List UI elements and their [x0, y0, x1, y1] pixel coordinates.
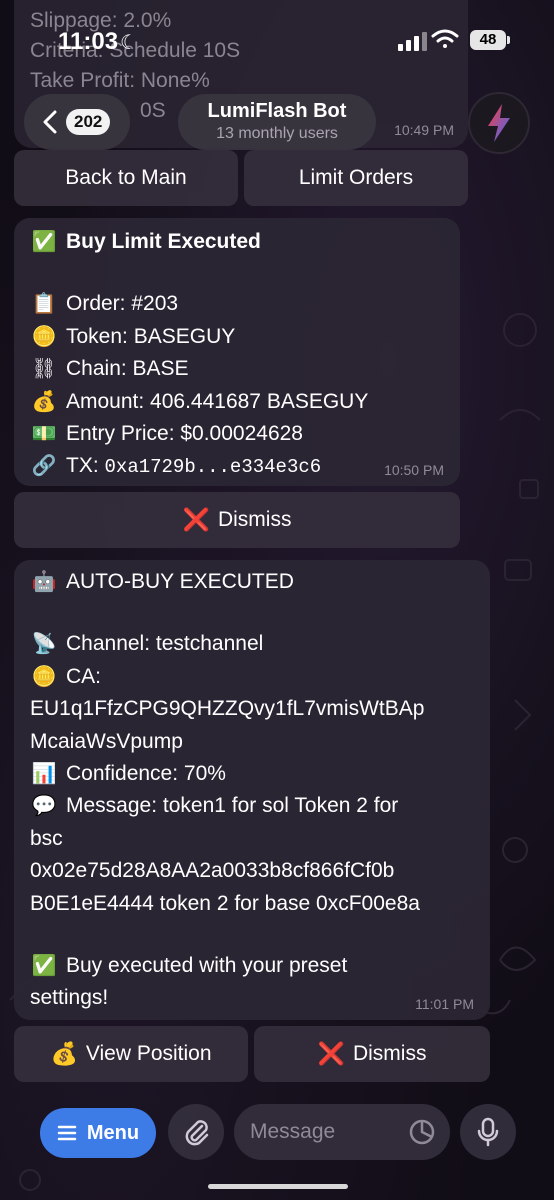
chat-title-pill[interactable]: LumiFlash Bot 13 monthly users — [178, 94, 376, 150]
satellite-antenna-icon: 📡 — [31, 633, 57, 656]
confidence-row: 📊 Confidence: 70% — [30, 758, 474, 790]
contract-address-line[interactable]: McaiaWsVpump — [30, 726, 474, 758]
wifi-icon — [430, 28, 460, 55]
money-bag-icon: 💰 — [31, 390, 57, 413]
cellular-signal-icon — [398, 32, 430, 51]
money-bag-icon: 💰 — [50, 1041, 78, 1066]
back-button[interactable]: 202 — [24, 94, 130, 150]
view-position-label: View Position — [85, 1042, 212, 1065]
limit-orders-label: Limit Orders — [298, 166, 414, 189]
battery-icon: 48 — [470, 30, 506, 50]
unread-count-badge: 202 — [66, 109, 111, 135]
tx-row: 🔗 TX: 0xa1729b...e334e3c6 — [30, 450, 444, 483]
limit-executed-message: ✅ Buy Limit Executed 📋 Order: #203 🪙 Token:… — [14, 218, 460, 486]
footer-line: settings! — [30, 986, 109, 1010]
dismiss-limit-button[interactable]: ❌ Dismiss — [14, 492, 460, 548]
back-to-main-button[interactable]: Back to Main — [14, 150, 238, 206]
message-time: 11:01 PM — [415, 996, 474, 1012]
coin-icon: 🪙 — [31, 665, 57, 688]
channel-row: 📡 Channel: testchannel — [30, 628, 474, 660]
tx-hash-link[interactable]: 0xa1729b...e334e3c6 — [105, 456, 322, 478]
bar-chart-icon: 📊 — [31, 763, 57, 786]
status-time: 11:03 — [58, 28, 119, 55]
view-position-button[interactable]: 💰 View Position — [14, 1026, 248, 1082]
home-indicator — [208, 1184, 348, 1189]
message-title: 🤖 AUTO-BUY EXECUTED — [30, 566, 474, 598]
dollar-banknote-icon: 💵 — [31, 423, 57, 446]
contract-address-line[interactable]: EU1q1FfzCPG9QHZZQvy1fL7vmisWtBAp — [30, 693, 474, 725]
ca-row: 🪙 CA: — [30, 661, 474, 693]
message-line: B0E1eE4444 token 2 for base 0xcF00e8a — [30, 891, 420, 915]
chain-row: ⛓ Chain: BASE — [30, 353, 444, 385]
sticker-icon[interactable] — [408, 1118, 436, 1146]
chain-icon: ⛓ — [31, 358, 57, 381]
auto-buy-message: 🤖 AUTO-BUY EXECUTED 📡 Channel: testchannel… — [14, 560, 490, 1020]
back-to-main-label: Back to Main — [65, 166, 187, 189]
message-line: 0x02e75d28A8AA2a0033b8cf866fCf0b — [30, 859, 395, 883]
menu-label: Menu — [86, 1121, 140, 1144]
focus-moon-icon: ☾ — [120, 32, 138, 54]
message-line: bsc — [30, 826, 63, 850]
chat-title: LumiFlash Bot — [207, 100, 347, 122]
limit-orders-button[interactable]: Limit Orders — [244, 150, 468, 206]
token-row: 🪙 Token: BASEGUY — [30, 321, 444, 353]
order-row: 📋 Order: #203 — [30, 288, 444, 320]
entry-price-row: 💵 Entry Price: $0.00024628 — [30, 418, 444, 450]
chevron-left-icon — [43, 110, 57, 134]
dismiss-autobuy-button[interactable]: ❌ Dismiss — [254, 1026, 490, 1082]
footer-row: ✅ Buy executed with your preset — [30, 950, 474, 982]
cross-mark-icon: ❌ — [182, 507, 210, 532]
status-bar: 11:03 ☾ 48 — [0, 0, 554, 86]
speech-bubble-icon: 💬 — [31, 795, 57, 818]
robot-icon: 🤖 — [31, 571, 57, 593]
bot-avatar[interactable] — [468, 92, 530, 154]
message-time: 10:49 PM — [394, 122, 454, 138]
clipboard-icon: 📋 — [31, 293, 57, 316]
cross-mark-icon: ❌ — [317, 1041, 345, 1066]
coin-icon: 🪙 — [31, 325, 57, 348]
lightning-bolt-icon — [488, 104, 510, 142]
chat-subtitle: 13 monthly users — [216, 125, 338, 142]
menu-bars-icon — [57, 1125, 77, 1141]
message-row: 💬 Message: token1 for sol Token 2 for — [30, 790, 474, 822]
bot-menu-button[interactable]: Menu — [40, 1108, 156, 1158]
dismiss-label: Dismiss — [217, 508, 292, 531]
check-emoji-icon: ✅ — [31, 231, 57, 253]
message-time: 10:50 PM — [384, 462, 444, 478]
amount-row: 💰 Amount: 406.441687 BASEGUY — [30, 386, 444, 418]
link-icon: 🔗 — [31, 455, 57, 478]
attach-button[interactable] — [168, 1104, 224, 1160]
check-emoji-icon: ✅ — [31, 955, 57, 978]
dismiss-label: Dismiss — [352, 1042, 427, 1065]
message-title: ✅ Buy Limit Executed — [30, 226, 444, 258]
battery-tip — [507, 36, 510, 44]
voice-message-button[interactable] — [460, 1104, 516, 1160]
paperclip-icon — [185, 1120, 209, 1146]
microphone-icon — [477, 1117, 499, 1147]
